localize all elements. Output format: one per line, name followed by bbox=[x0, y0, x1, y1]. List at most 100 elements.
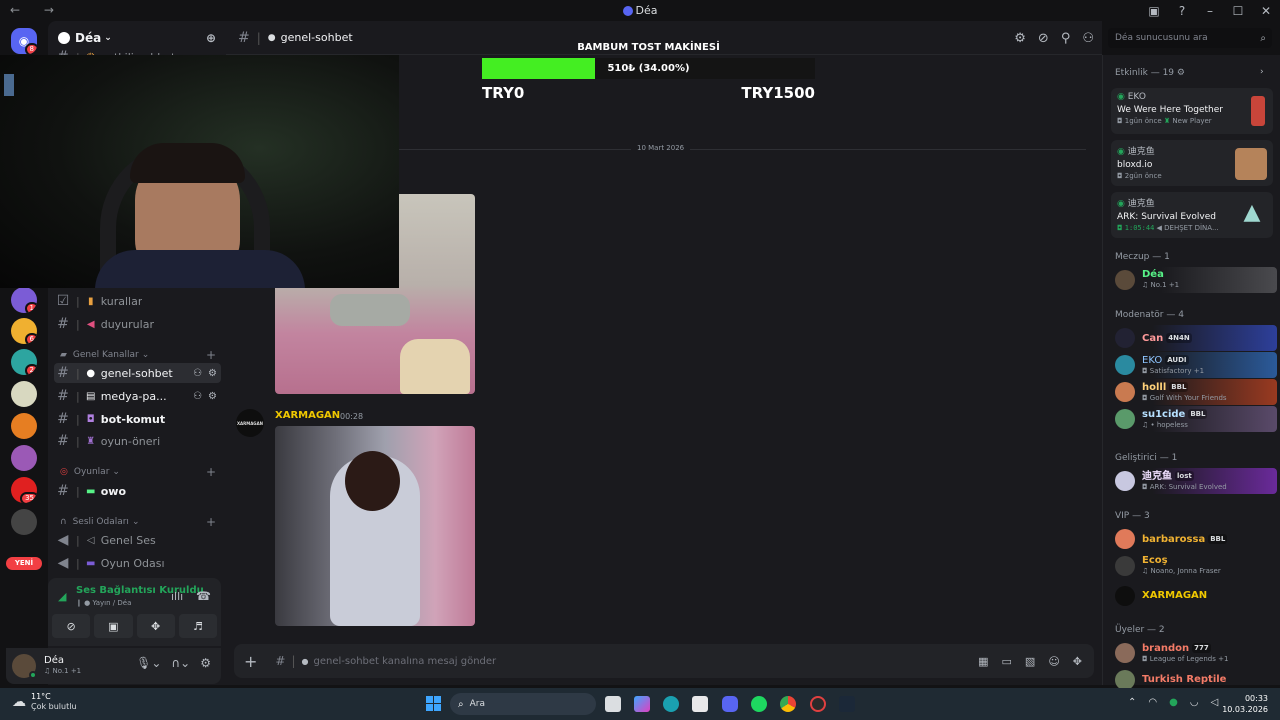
steam-icon[interactable] bbox=[839, 696, 855, 712]
user-avatar[interactable] bbox=[12, 654, 37, 679]
server-search-input[interactable]: Déa sunucusunu ara ⌕ bbox=[1108, 28, 1272, 48]
activities-button[interactable]: ✥ bbox=[136, 614, 175, 638]
weather-widget[interactable]: ☁ 11°C Çok bulutlu bbox=[12, 692, 77, 712]
message-input-bar: + # | ● genel-sohbet kanalına mesaj gönd… bbox=[234, 644, 1094, 678]
gear-icon[interactable]: ⚙ bbox=[208, 368, 217, 379]
camera-off-button[interactable]: ⊘ bbox=[52, 614, 91, 638]
server-icon-3[interactable]: 2 bbox=[11, 349, 37, 375]
avatar bbox=[1115, 270, 1135, 290]
pin-icon[interactable]: ⚲ bbox=[1061, 31, 1071, 46]
voice-channel-oyun-odasi[interactable]: ◀ | ▬ Oyun Odası bbox=[54, 553, 221, 573]
emoji-icon[interactable]: ☺ bbox=[1048, 655, 1059, 668]
home-button[interactable]: ◉ 8 bbox=[11, 28, 37, 54]
spotify-icon[interactable] bbox=[751, 696, 767, 712]
activity-card-1[interactable]: ◉ EKO We Were Here Together ◘ 1gün önce … bbox=[1111, 88, 1273, 134]
invite-icon[interactable]: ⚇ bbox=[193, 368, 202, 379]
maximize-icon[interactable]: ☐ bbox=[1224, 4, 1252, 18]
gear-icon[interactable]: ⚙ bbox=[208, 391, 217, 402]
member-dea[interactable]: Déa ♫ No.1 +1 bbox=[1111, 267, 1277, 293]
notification-mute-icon[interactable]: ⊘ bbox=[1038, 31, 1049, 46]
member-list-icon[interactable]: ⚇ bbox=[1082, 31, 1094, 46]
add-attachment-icon[interactable]: + bbox=[244, 652, 257, 671]
sticker-icon[interactable]: ▧ bbox=[1025, 655, 1035, 668]
screen-share-button[interactable]: ▣ bbox=[94, 614, 133, 638]
store-icon[interactable] bbox=[692, 696, 708, 712]
new-badge[interactable]: YENİ bbox=[6, 557, 42, 570]
channel-genel-sohbet[interactable]: # | ● genel-sohbet ⚇ ⚙ bbox=[54, 363, 221, 383]
add-channel-icon[interactable]: + bbox=[206, 348, 216, 362]
chevron-up-icon: ⌃ bbox=[1128, 697, 1137, 708]
noise-suppression-icon[interactable]: ıllı bbox=[171, 590, 183, 603]
member-dikeyu[interactable]: 迪克鱼 lost ◘ ARK: Survival Evolved bbox=[1111, 468, 1277, 494]
channel-owo[interactable]: # | ▬ owo bbox=[54, 481, 221, 501]
member-su1cide[interactable]: su1cide BBL ♫ • hopeless bbox=[1111, 406, 1277, 432]
category-games[interactable]: ◎ Oyunlar ⌄ + bbox=[60, 464, 220, 480]
invite-icon[interactable]: ⚇ bbox=[193, 391, 202, 402]
channel-medya-paylasim[interactable]: # | ▤ medya-pa... ⚇ ⚙ bbox=[54, 386, 221, 406]
member-xarmagan[interactable]: XARMAGAN bbox=[1111, 583, 1277, 609]
message-image-girl[interactable] bbox=[275, 426, 475, 626]
voice-connection-panel: ◢ Ses Bağlantısı Kuruldu ❙ ● Yayın / Déa… bbox=[48, 578, 221, 646]
server-icon-4[interactable] bbox=[11, 381, 37, 407]
member-can[interactable]: Can 4N4N bbox=[1111, 325, 1277, 351]
threads-icon[interactable]: ⚙ bbox=[1014, 31, 1026, 46]
gif-icon[interactable]: ▭ bbox=[1002, 655, 1012, 668]
gamepad-icon: ◘ bbox=[1117, 117, 1123, 125]
inbox-icon[interactable]: ▣ bbox=[1140, 4, 1168, 18]
member-barbarossa[interactable]: barbarossa BBL bbox=[1111, 526, 1277, 552]
task-view-icon[interactable] bbox=[605, 696, 621, 712]
message-avatar[interactable]: XARMAGAN bbox=[236, 409, 264, 437]
add-channel-icon[interactable]: + bbox=[206, 465, 216, 479]
category-voice[interactable]: ∩ Sesli Odaları ⌄ + bbox=[60, 514, 220, 530]
message-input[interactable]: genel-sohbet kanalına mesaj gönder bbox=[314, 656, 497, 667]
server-icon-1[interactable]: 1 bbox=[11, 287, 37, 313]
discord-taskbar-icon[interactable] bbox=[722, 696, 738, 712]
message-author[interactable]: XARMAGAN bbox=[275, 410, 340, 421]
voice-status[interactable]: Ses Bağlantısı Kuruldu bbox=[76, 585, 204, 596]
start-button[interactable] bbox=[426, 696, 441, 711]
speaker-icon: ◀ bbox=[1156, 224, 1162, 232]
add-channel-icon[interactable]: + bbox=[206, 515, 216, 529]
game-thumbnail: ▲ bbox=[1243, 200, 1261, 225]
clock[interactable]: 00:33 10.03.2026 bbox=[1222, 693, 1268, 715]
member-ecos[interactable]: Ecoş ♫ Noano, Jonna Fraser bbox=[1111, 553, 1277, 579]
member-brandon[interactable]: brandon 777 ◘ League of Legends +1 bbox=[1111, 640, 1277, 666]
help-icon[interactable]: ? bbox=[1168, 4, 1196, 18]
edge-icon[interactable] bbox=[663, 696, 679, 712]
music-icon: ♫ bbox=[1142, 281, 1151, 289]
member-eko[interactable]: EKO AUDI ◘ Satisfactory +1 bbox=[1111, 352, 1277, 378]
channel-duyurular[interactable]: # | ◀ duyurular bbox=[54, 314, 221, 334]
system-tray[interactable]: ⌃ ◠ ● ◡ ◁ bbox=[1128, 697, 1218, 708]
activity-header[interactable]: Etkinlik — 19 ⚙ › bbox=[1115, 67, 1264, 78]
gift-icon[interactable]: ▦ bbox=[978, 655, 988, 668]
activity-card-3[interactable]: ◉ 迪克鱼 ARK: Survival Evolved ◘ 1:05:44 ◀ … bbox=[1111, 192, 1273, 238]
apps-icon[interactable]: ✥ bbox=[1073, 655, 1082, 668]
server-icon-7[interactable]: 35 bbox=[11, 477, 37, 503]
category-general[interactable]: ▰ Genel Kanallar ⌄ + bbox=[60, 347, 220, 363]
soundboard-button[interactable]: ♬ bbox=[178, 614, 217, 638]
close-icon[interactable]: ✕ bbox=[1252, 4, 1280, 18]
server-icon-8[interactable] bbox=[11, 509, 37, 535]
minimize-icon[interactable]: – bbox=[1196, 4, 1224, 18]
member-holll[interactable]: holll BBL ◘ Golf With Your Friends bbox=[1111, 379, 1277, 405]
avatar bbox=[1115, 328, 1135, 348]
copilot-icon[interactable] bbox=[634, 696, 650, 712]
activity-card-2[interactable]: ◉ 迪克鱼 bloxd.io ◘ 2gün önce bbox=[1111, 140, 1273, 186]
app-icon[interactable] bbox=[810, 696, 826, 712]
voice-channel-genel-ses[interactable]: ◀ | ◁ Genel Ses bbox=[54, 530, 221, 550]
taskbar-search[interactable]: ⌕ Ara bbox=[450, 693, 596, 715]
server-icon-6[interactable] bbox=[11, 445, 37, 471]
server-icon-5[interactable] bbox=[11, 413, 37, 439]
channel-oyun-oneri[interactable]: # | ♜ oyun-öneri bbox=[54, 431, 221, 451]
gear-icon[interactable]: ⚙ bbox=[200, 656, 211, 670]
invite-icon[interactable]: ⊕ bbox=[206, 31, 216, 45]
channel-kurallar[interactable]: ☑ | ▮ kurallar bbox=[54, 291, 221, 311]
chevron-right-icon: › bbox=[1260, 67, 1264, 77]
goal-min: TRY0 bbox=[482, 84, 525, 102]
chrome-icon[interactable] bbox=[780, 696, 796, 712]
server-icon-2[interactable]: 6 bbox=[11, 318, 37, 344]
microphone-icon[interactable]: 🎙︎⌄ bbox=[136, 656, 161, 670]
headphone-icon[interactable]: ∩⌄ bbox=[171, 656, 190, 670]
disconnect-icon[interactable]: ☎ bbox=[196, 589, 211, 603]
channel-bot-komut[interactable]: # | ◘ bot-komut bbox=[54, 409, 221, 429]
